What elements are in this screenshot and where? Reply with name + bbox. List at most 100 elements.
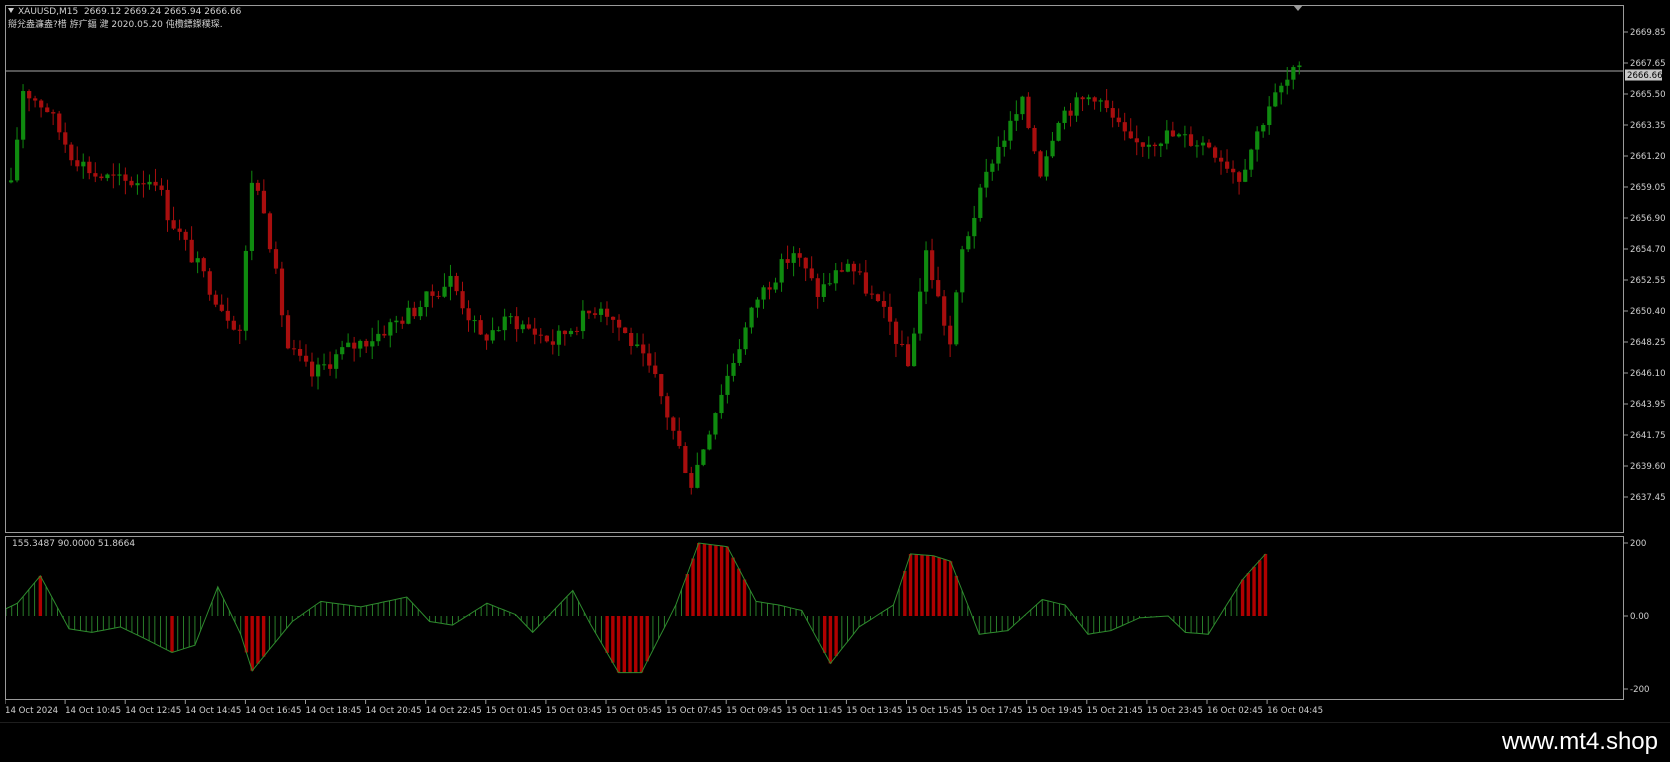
candle-body — [207, 271, 212, 295]
candle — [972, 205, 977, 249]
candle — [388, 318, 393, 348]
candle — [159, 178, 164, 196]
candle-body — [689, 473, 694, 488]
candle-body — [219, 304, 224, 311]
candle-body — [394, 320, 399, 323]
osc-tick-label: 0.00 — [1630, 612, 1649, 622]
candle — [544, 335, 549, 343]
candle — [1086, 94, 1091, 106]
candle-body — [1116, 117, 1121, 123]
chart-window[interactable]: 2669.85 2667.65 2665.50 2663.35 2661.20 2659.… — [0, 0, 1670, 722]
candle — [1206, 139, 1212, 149]
candle-body — [21, 91, 26, 140]
candle-body — [382, 333, 387, 336]
candle-body — [1026, 96, 1031, 128]
candle-body — [647, 353, 652, 366]
price-chart-area[interactable] — [5, 5, 1624, 533]
candle — [213, 290, 218, 308]
candle-body — [303, 355, 309, 362]
candle-body — [863, 272, 869, 294]
candle-body — [990, 163, 995, 172]
candle-body — [99, 176, 104, 179]
candle-body — [1285, 79, 1290, 86]
price-axis[interactable]: 2669.85 2667.65 2665.50 2663.35 2661.20 2659.… — [1624, 5, 1670, 533]
time-tick-label: 15 Oct 15:45 — [907, 706, 963, 716]
candle — [924, 241, 929, 305]
chart-shift-marker-icon[interactable] — [1293, 5, 1303, 11]
candle — [905, 336, 911, 368]
candle — [237, 324, 242, 345]
candle — [201, 256, 206, 278]
time-tick-label: 15 Oct 03:45 — [546, 706, 602, 716]
candle — [111, 163, 116, 189]
candle-body — [123, 174, 128, 181]
oscillator-subwindow[interactable] — [5, 536, 1624, 700]
candle — [334, 349, 339, 379]
candle-body — [641, 344, 646, 354]
candle — [382, 325, 387, 339]
candle — [1261, 123, 1266, 138]
candle-body — [1273, 92, 1278, 107]
candle-body — [261, 190, 267, 214]
candle — [328, 351, 333, 376]
candle-body — [412, 307, 417, 317]
candle — [1237, 170, 1242, 195]
candle-body — [1279, 85, 1284, 93]
candle-body — [984, 171, 989, 188]
candle-body — [1044, 156, 1049, 177]
candle — [683, 442, 688, 474]
candle-body — [635, 344, 640, 346]
candle-body — [1225, 161, 1230, 169]
oscillator-chart[interactable] — [5, 537, 1623, 699]
candle — [1219, 150, 1224, 175]
candle — [725, 364, 730, 404]
candle — [412, 301, 417, 319]
candlestick-chart[interactable] — [6, 6, 1623, 532]
chart-menu-arrow-icon[interactable] — [8, 8, 14, 13]
candle — [364, 338, 369, 354]
candle — [33, 95, 38, 108]
candle — [1231, 160, 1236, 184]
candle — [749, 306, 754, 334]
candle-body — [1032, 127, 1037, 152]
candle-body — [370, 341, 375, 347]
candle-body — [725, 375, 730, 395]
candle — [1008, 111, 1013, 150]
candle — [9, 167, 14, 184]
candle — [81, 153, 86, 179]
time-tick-label: 15 Oct 05:45 — [606, 706, 662, 716]
candle-body — [291, 348, 297, 350]
oscillator-axis: 200 0.00 -200 — [1624, 539, 1650, 695]
candle-body — [69, 144, 74, 161]
candle — [460, 281, 465, 315]
candle — [225, 297, 230, 329]
candle-body — [129, 180, 134, 186]
time-axis[interactable]: 14 Oct 2024 14 Oct 10:45 14 Oct 12:45 14 Oc… — [5, 700, 1624, 718]
candle — [1291, 65, 1296, 90]
candle-body — [857, 271, 863, 273]
candle-body — [785, 259, 790, 263]
candle — [93, 162, 98, 183]
candle-body — [454, 275, 459, 292]
candle — [153, 168, 158, 192]
candle — [604, 301, 610, 326]
candle — [1200, 136, 1206, 156]
candle-body — [791, 253, 796, 263]
price-tick-label: 2650.40 — [1630, 307, 1666, 317]
candle — [550, 329, 555, 355]
candle — [1188, 126, 1194, 147]
candle-body — [1261, 125, 1266, 132]
candle — [948, 315, 953, 358]
candle-body — [1146, 144, 1151, 147]
candle — [677, 417, 682, 449]
candle — [400, 316, 405, 329]
candle — [303, 344, 309, 367]
time-tick-label: 15 Oct 01:45 — [486, 706, 542, 716]
candle — [887, 293, 893, 336]
candle — [490, 317, 495, 344]
candle-body — [442, 286, 447, 297]
candle — [851, 261, 856, 285]
candle-body — [189, 239, 194, 263]
candle — [472, 315, 477, 333]
candle-body — [827, 283, 832, 285]
